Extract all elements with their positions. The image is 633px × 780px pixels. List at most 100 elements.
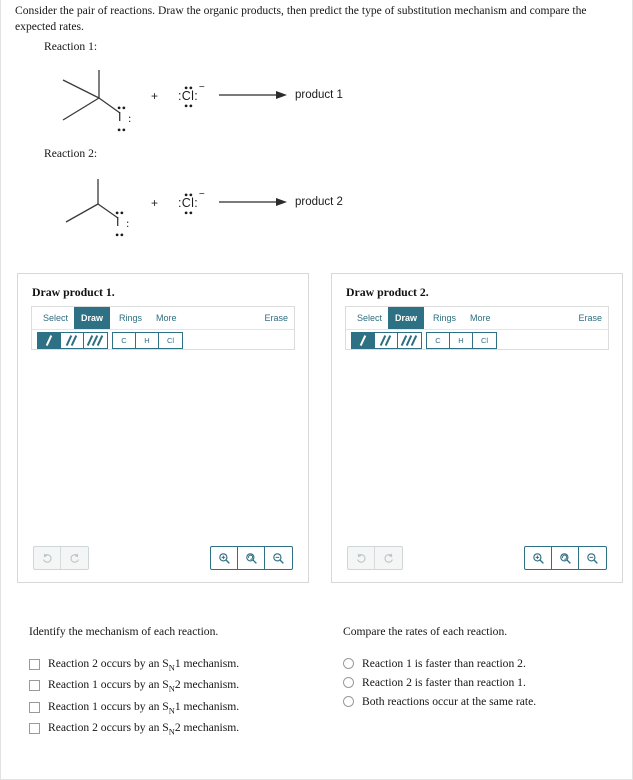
iodine-lone-pair-bottom: •• [117, 123, 127, 137]
tab-rings-2[interactable]: Rings [426, 307, 463, 329]
zoom-group-1 [210, 546, 293, 570]
mechanism-option-4[interactable]: Reaction 2 occurs by an SN2 mechanism. [29, 721, 319, 736]
rates-label-2: Reaction 2 is faster than reaction 1. [362, 676, 526, 689]
rates-option-3[interactable]: Both reactions occur at the same rate. [343, 695, 623, 708]
mechanism-checkbox-4[interactable] [29, 723, 40, 735]
zoom-group-2 [524, 546, 607, 570]
draw-product-2-panel: Draw product 2. Select Draw Rings More E… [331, 273, 623, 583]
tab-select-1[interactable]: Select [36, 307, 75, 329]
mechanism-checkbox-3[interactable] [29, 701, 40, 713]
triple-bond-icon [84, 333, 107, 348]
reaction-2-scheme: I •• : •• + :Cl: − •• •• product 2 [53, 170, 413, 242]
zoom-out-button-1[interactable] [265, 547, 292, 569]
single-bond-tool-2[interactable] [352, 333, 375, 348]
reaction-1-scheme: I •• : •• + :Cl: − •• •• product 1 [41, 58, 401, 138]
redo-button-1[interactable] [61, 547, 88, 569]
triple-bond-tool-1[interactable] [84, 333, 107, 348]
zoom-out-button-2[interactable] [579, 547, 606, 569]
mechanism-label-3: Reaction 1 occurs by an SN1 mechanism. [48, 699, 240, 715]
mechanism-question-title: Identify the mechanism of each reaction. [29, 625, 219, 638]
rates-option-2[interactable]: Reaction 2 is faster than reaction 1. [343, 676, 623, 689]
molecule-editor-1-toolbar: Select Draw Rings More Erase C H Cl [31, 306, 295, 350]
zoom-reset-button-1[interactable] [238, 547, 265, 569]
chloride-2-lone-pair-top: •• [184, 188, 194, 202]
editor-1-tabs: Select Draw Rings More Erase [32, 307, 294, 330]
redo-button-2[interactable] [375, 547, 402, 569]
molecule-editor-2-toolbar: Select Draw Rings More Erase C H Cl [345, 306, 609, 350]
tab-draw-1[interactable]: Draw [74, 307, 111, 329]
element-cl-tool-2[interactable]: Cl [473, 333, 496, 348]
iodine-2-lone-pair-top: •• [115, 206, 125, 220]
triple-bond-tool-2[interactable] [398, 333, 421, 348]
rates-question-title: Compare the rates of each reaction. [343, 625, 508, 638]
tab-select-2[interactable]: Select [350, 307, 389, 329]
page-title: Consider the pair of reactions. Draw the… [15, 4, 587, 33]
mechanism-checkbox-1[interactable] [29, 659, 40, 671]
rates-option-1[interactable]: Reaction 1 is faster than reaction 2. [343, 657, 623, 670]
zoom-out-icon [273, 552, 284, 564]
tab-rings-1[interactable]: Rings [112, 307, 149, 329]
element-tool-group-2: C H Cl [426, 332, 497, 349]
element-c-tool-2[interactable]: C [427, 333, 450, 348]
erase-button-1[interactable]: Erase [264, 307, 288, 329]
undo-icon [357, 553, 366, 563]
reaction-2-plus: + [151, 196, 159, 210]
tab-more-2[interactable]: More [463, 307, 498, 329]
undo-button-1[interactable] [34, 547, 61, 569]
zoom-in-icon [532, 552, 544, 564]
rates-radio-2[interactable] [343, 677, 354, 688]
reaction-1-plus: + [151, 89, 159, 103]
mechanism-label-1: Reaction 2 occurs by an SN1 mechanism. [48, 657, 240, 673]
undo-icon [43, 553, 52, 563]
zoom-reset-icon [559, 552, 571, 564]
bond-tool-group-2 [351, 332, 422, 349]
iodine-lone-pair-top: •• [117, 101, 127, 115]
zoom-reset-icon [245, 552, 257, 564]
rates-radio-3[interactable] [343, 696, 354, 707]
iodine-2-lone-pair-bottom: •• [115, 228, 125, 242]
erase-button-2[interactable]: Erase [578, 307, 602, 329]
tab-draw-2[interactable]: Draw [388, 307, 425, 329]
bond-tool-group-1 [37, 332, 108, 349]
zoom-in-icon [218, 552, 230, 564]
mechanism-option-3[interactable]: Reaction 1 occurs by an SN1 mechanism. [29, 700, 319, 715]
panel-2-title: Draw product 2. [346, 285, 429, 299]
drawing-canvas-1[interactable] [31, 352, 295, 530]
zoom-in-button-1[interactable] [211, 547, 238, 569]
chloride-right-lone-pair: : [194, 89, 198, 103]
mechanism-option-1[interactable]: Reaction 2 occurs by an SN1 mechanism. [29, 657, 319, 672]
tab-more-1[interactable]: More [149, 307, 184, 329]
single-bond-tool-1[interactable] [38, 333, 61, 348]
editor-2-tools: C H Cl [346, 330, 608, 354]
double-bond-icon [61, 333, 83, 348]
zoom-in-button-2[interactable] [525, 547, 552, 569]
element-c-tool-1[interactable]: C [113, 333, 136, 348]
chloride-charge: − [198, 82, 205, 93]
double-bond-tool-1[interactable] [61, 333, 84, 348]
isopropyl-iodide-structure [65, 179, 119, 223]
drawing-canvas-2[interactable] [345, 352, 609, 530]
element-h-tool-2[interactable]: H [450, 333, 473, 348]
editor-1-bottom-bar [31, 546, 295, 570]
zoom-out-icon [587, 552, 598, 564]
tert-butyl-iodide-structure [62, 70, 121, 121]
chloride-2-charge: − [198, 189, 205, 200]
element-cl-tool-1[interactable]: Cl [159, 333, 182, 348]
mechanism-option-2[interactable]: Reaction 1 occurs by an SN2 mechanism. [29, 678, 319, 694]
rates-radio-1[interactable] [343, 658, 354, 669]
zoom-reset-button-2[interactable] [552, 547, 579, 569]
double-bond-icon [375, 333, 397, 348]
panel-1-title: Draw product 1. [32, 285, 115, 299]
product-1-text: product 1 [295, 89, 343, 101]
mechanism-label-4: Reaction 2 occurs by an SN2 mechanism. [48, 720, 240, 737]
double-bond-tool-2[interactable] [375, 333, 398, 348]
editor-2-tabs: Select Draw Rings More Erase [346, 307, 608, 330]
iodine-lone-pair-right: : [128, 111, 132, 125]
undo-redo-group-2 [347, 546, 403, 570]
element-h-tool-1[interactable]: H [136, 333, 159, 348]
redo-icon [70, 553, 79, 563]
undo-button-2[interactable] [348, 547, 375, 569]
element-tool-group-1: C H Cl [112, 332, 183, 349]
undo-redo-group-1 [33, 546, 89, 570]
mechanism-checkbox-2[interactable] [29, 680, 40, 692]
